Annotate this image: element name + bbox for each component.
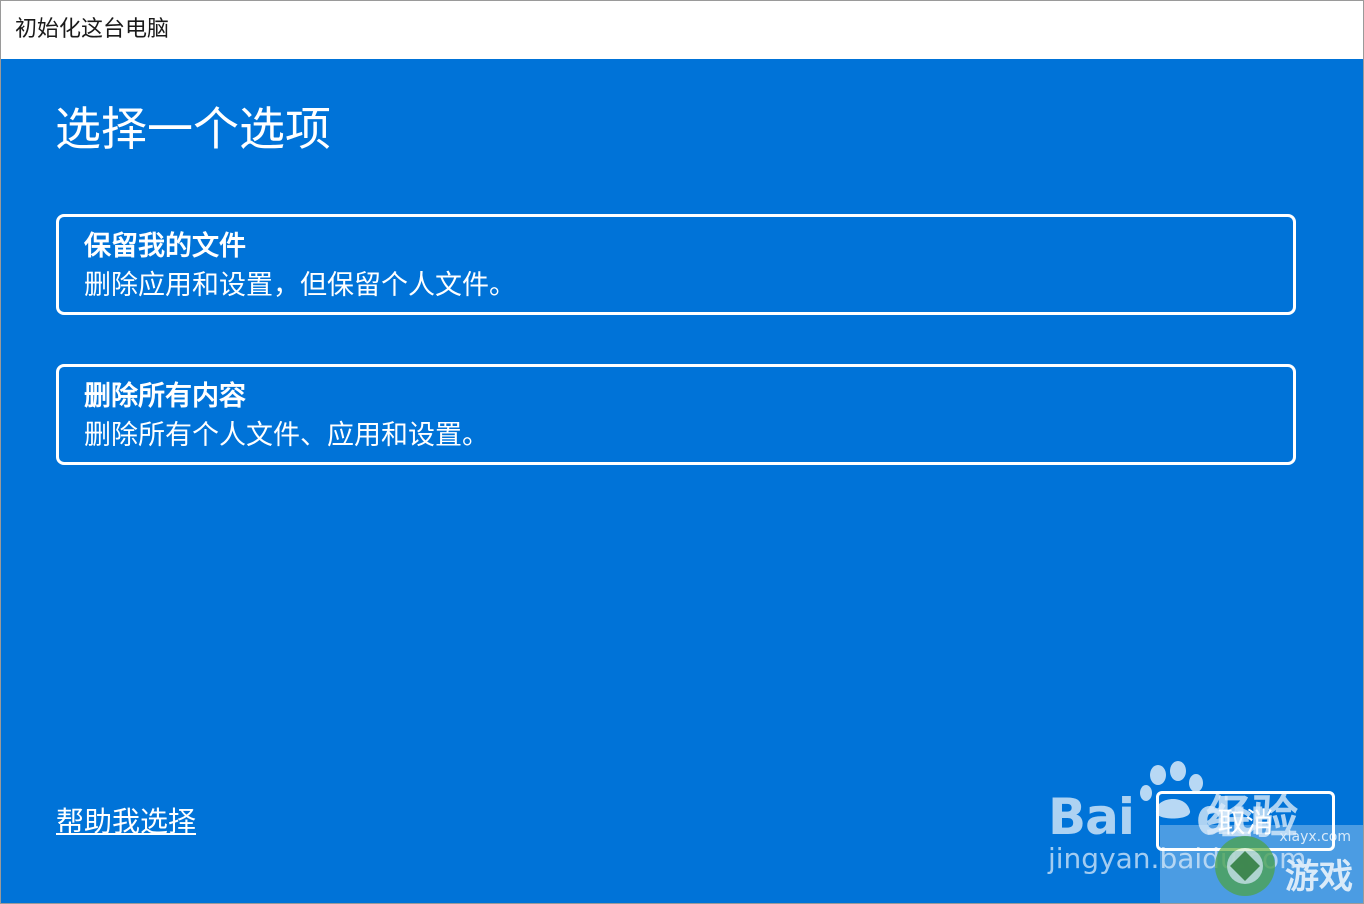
keep-my-files-option[interactable]: 保留我的文件 删除应用和设置，但保留个人文件。: [56, 214, 1296, 315]
remove-everything-option[interactable]: 删除所有内容 删除所有个人文件、应用和设置。: [56, 364, 1296, 465]
page-heading: 选择一个选项: [55, 102, 331, 156]
window-title: 初始化这台电脑: [15, 17, 170, 42]
dialog-content: 选择一个选项 保留我的文件 删除应用和设置，但保留个人文件。 删除所有内容 删除…: [1, 59, 1363, 903]
title-bar: 初始化这台电脑: [1, 1, 1363, 59]
help-me-choose-link[interactable]: 帮助我选择: [56, 803, 196, 841]
reset-pc-window: 初始化这台电脑 选择一个选项 保留我的文件 删除应用和设置，但保留个人文件。 删…: [0, 0, 1364, 904]
option-description: 删除应用和设置，但保留个人文件。: [84, 270, 516, 301]
cancel-button[interactable]: 取消: [1156, 791, 1335, 851]
option-title: 保留我的文件: [84, 231, 246, 262]
option-title: 删除所有内容: [84, 381, 246, 412]
option-description: 删除所有个人文件、应用和设置。: [84, 420, 489, 451]
